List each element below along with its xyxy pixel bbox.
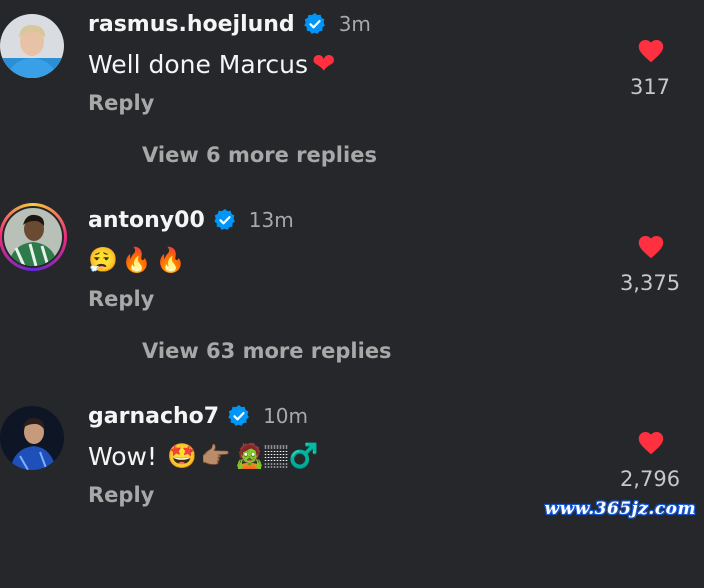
heart-icon[interactable] [637,37,665,63]
avatar-garnacho[interactable] [0,406,64,470]
username[interactable]: garnacho7 [88,404,219,429]
timestamp: 10m [263,404,309,428]
watermark: www.365jz.com [544,499,696,519]
zombie-emoji: 🧟🏽‍♂️ [234,442,319,470]
face-exhaling-emoji: 😮‍💨 [88,246,118,274]
reply-button[interactable]: Reply [88,91,154,115]
story-ring[interactable] [0,203,67,271]
comment-header: garnacho7 10m [88,402,308,430]
timestamp: 3m [338,12,371,36]
red-heart-emoji: ❤ [312,47,336,80]
comment-item-2: antony00 13m 😮‍💨 🔥 🔥 Reply View 63 more … [0,196,704,392]
pointing-right-emoji: 👉🏽 [200,442,231,470]
verified-badge-icon [303,13,325,34]
view-more-replies-button[interactable]: View 6 more replies [142,143,377,167]
username[interactable]: antony00 [88,208,205,233]
reply-button[interactable]: Reply [88,287,154,311]
like-count: 317 [629,75,671,99]
star-struck-emoji: 🤩 [167,442,197,470]
timestamp: 13m [248,208,294,232]
comment-body: Wow! [88,441,158,471]
fire-emoji: 🔥 [121,246,152,274]
verified-badge-icon [228,405,249,426]
avatar-rasmus[interactable] [0,14,64,78]
comment-header: antony00 13m [88,206,294,234]
comment-text: Wow! 🤩 👉🏽 🧟🏽‍♂️ [88,439,319,473]
heart-icon[interactable] [637,233,665,259]
like-count: 3,375 [619,271,681,295]
view-more-replies-button[interactable]: View 63 more replies [142,339,392,363]
comment-body: Well done Marcus [88,49,309,79]
reply-button[interactable]: Reply [88,483,154,507]
comment-text: Well done Marcus ❤ [88,47,336,81]
verified-badge-icon [214,209,235,230]
comment-text: 😮‍💨 🔥 🔥 [88,243,186,277]
comment-item-1: rasmus.hoejlund 3m Well done Marcus ❤ Re… [0,0,704,196]
like-count: 2,796 [619,467,681,491]
avatar-antony[interactable] [4,208,62,266]
username[interactable]: rasmus.hoejlund [88,12,295,37]
fire-emoji: 🔥 [155,246,186,274]
comment-header: rasmus.hoejlund 3m [88,10,371,38]
heart-icon[interactable] [637,429,665,455]
comment-item-3: garnacho7 10m Wow! 🤩 👉🏽 🧟🏽‍♂️ Reply 2,79… [0,392,704,588]
